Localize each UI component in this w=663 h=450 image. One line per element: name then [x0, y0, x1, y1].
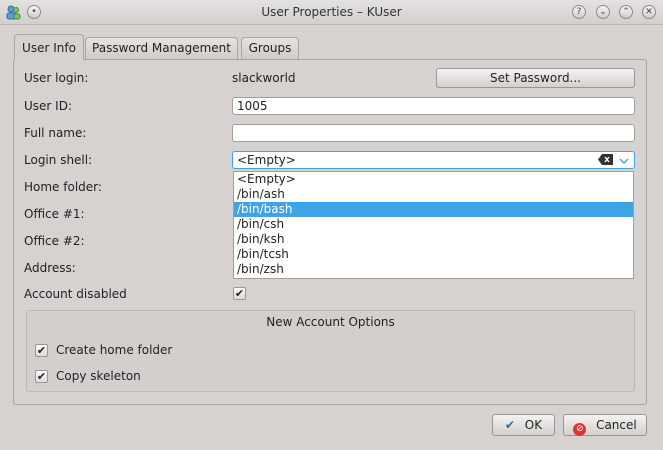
login-shell-label: Login shell:: [24, 153, 93, 167]
close-icon: ✕: [645, 6, 653, 17]
minimize-button[interactable]: ⌄: [596, 5, 610, 19]
user-id-input[interactable]: 1005: [232, 97, 635, 115]
user-login-label: User login:: [24, 71, 89, 85]
account-disabled-label: Account disabled: [24, 287, 127, 301]
tab-groups[interactable]: Groups: [241, 37, 299, 59]
close-button[interactable]: ✕: [642, 5, 656, 19]
minimize-icon: ⌄: [599, 6, 607, 17]
tab-user-info[interactable]: User Info: [14, 34, 84, 60]
check-icon: ✔: [36, 370, 47, 383]
help-icon: ?: [576, 6, 582, 17]
ok-icon: ✔: [504, 418, 515, 432]
maximize-icon: ⌃: [622, 6, 630, 17]
window-title: User Properties – KUser: [261, 5, 402, 19]
shell-option[interactable]: /bin/tcsh: [234, 247, 633, 262]
full-name-input[interactable]: [232, 124, 635, 142]
user-id-label: User ID:: [24, 99, 72, 113]
shell-option[interactable]: /bin/ash: [234, 187, 633, 202]
full-name-label: Full name:: [24, 126, 87, 140]
new-account-options-title: New Account Options: [266, 315, 395, 329]
login-shell-dropdown[interactable]: <Empty> /bin/ash /bin/bash /bin/csh /bin…: [233, 171, 634, 279]
user-login-value: slackworld: [232, 71, 296, 85]
check-icon: ✔: [234, 287, 245, 300]
address-label: Address:: [24, 261, 76, 275]
check-icon: ✔: [36, 344, 47, 357]
account-disabled-checkbox[interactable]: ✔: [233, 287, 246, 300]
ok-button[interactable]: ✔ OK: [492, 414, 555, 436]
shell-option[interactable]: /bin/zsh: [234, 262, 633, 277]
help-button[interactable]: ?: [572, 5, 586, 19]
set-password-button[interactable]: Set Password...: [436, 68, 635, 88]
copy-skeleton-label[interactable]: Copy skeleton: [56, 369, 141, 383]
chevron-down-icon[interactable]: [619, 155, 629, 165]
home-folder-label: Home folder:: [24, 180, 102, 194]
login-shell-value: <Empty>: [237, 153, 296, 167]
create-home-folder-checkbox[interactable]: ✔: [35, 344, 48, 357]
create-home-folder-label[interactable]: Create home folder: [56, 343, 172, 357]
maximize-button[interactable]: ⌃: [619, 5, 633, 19]
shell-option-highlighted[interactable]: /bin/bash: [234, 202, 633, 217]
shell-option[interactable]: /bin/csh: [234, 217, 633, 232]
login-shell-combobox[interactable]: <Empty>: [232, 151, 635, 169]
office2-label: Office #2:: [24, 234, 85, 248]
clear-text-icon[interactable]: [598, 154, 613, 165]
copy-skeleton-checkbox[interactable]: ✔: [35, 370, 48, 383]
cancel-icon: ⊘: [573, 423, 587, 436]
office1-label: Office #1:: [24, 207, 85, 221]
cancel-button[interactable]: ⊘ Cancel: [563, 414, 647, 436]
tab-password-management[interactable]: Password Management: [85, 37, 238, 59]
shell-option[interactable]: /bin/ksh: [234, 232, 633, 247]
shell-option[interactable]: <Empty>: [234, 172, 633, 187]
